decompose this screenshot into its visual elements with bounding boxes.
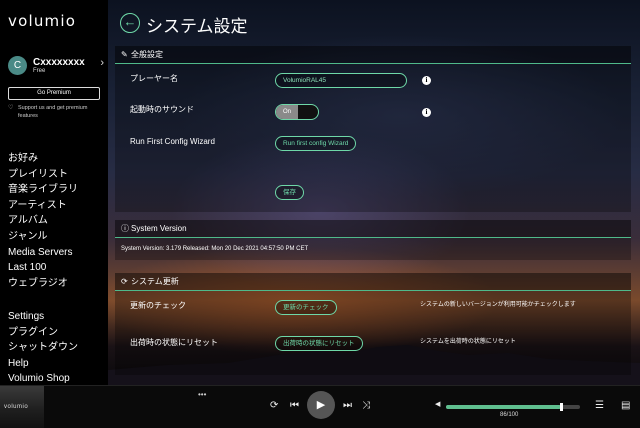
run-wizard-button[interactable]: Run first config Wizard	[275, 136, 357, 151]
general-settings-title: 全般設定	[131, 50, 163, 59]
chevron-right-icon: ›	[100, 57, 104, 69]
sidebar-item-genres[interactable]: ジャンル	[8, 229, 78, 245]
sidebar-item-music-library[interactable]: 音楽ライブラリ	[8, 182, 78, 198]
sidebar-item-playlists[interactable]: プレイリスト	[8, 167, 78, 183]
volumio-logo[interactable]: volumio	[8, 12, 76, 30]
sidebar-item-last-100[interactable]: Last 100	[8, 260, 78, 276]
main-content: ← システム設定 ✎ 全般設定 プレーヤー名 VolumioRAL45 i 起動時…	[108, 0, 640, 385]
album-art-logo: volumio	[4, 404, 29, 410]
sidebar-item-favourites[interactable]: お好み	[8, 151, 78, 167]
sidebar-item-plugins[interactable]: プラグイン	[8, 325, 78, 341]
sidebar-item-web-radio[interactable]: ウェブラジオ	[8, 276, 78, 292]
shuffle-icon[interactable]: ⤨	[362, 400, 370, 411]
page-title: システム設定	[146, 17, 248, 36]
sidebar-item-media-servers[interactable]: Media Servers	[8, 245, 78, 261]
save-button[interactable]: 保存	[275, 185, 304, 200]
sidebar-item-settings[interactable]: Settings	[8, 309, 78, 325]
volume-handle[interactable]	[560, 403, 564, 411]
album-art[interactable]: volumio	[0, 386, 44, 428]
system-version-title: System Version	[131, 224, 187, 233]
user-profile[interactable]: C Cxxxxxxxx Free ›	[8, 56, 104, 78]
avatar: C	[8, 56, 27, 75]
sidebar-nav-primary: お好み プレイリスト 音楽ライブラリ アーティスト アルバム ジャンル Medi…	[8, 151, 78, 291]
go-premium-button[interactable]: Go Premium	[8, 87, 100, 100]
support-note[interactable]: ♡ Support us and get premium features	[8, 104, 104, 120]
info-circle-icon: ⓘ	[121, 224, 129, 233]
system-update-title: システム更新	[131, 277, 179, 286]
check-update-label: 更新のチェック	[130, 301, 186, 310]
repeat-icon[interactable]: ⟳	[270, 400, 278, 411]
sidebar-item-shutdown[interactable]: シャットダウン	[8, 340, 78, 356]
toggle-on-label: On	[276, 105, 298, 119]
player-name-label: プレーヤー名	[130, 74, 178, 83]
support-text: Support us and get premium features	[18, 105, 88, 119]
sidebar-item-artists[interactable]: アーティスト	[8, 198, 78, 214]
sidebar: volumio C Cxxxxxxxx Free › Go Premium ♡ …	[0, 0, 108, 385]
check-update-description: システムの新しいバージョンが利用可能かチェックします	[420, 302, 576, 308]
check-update-button[interactable]: 更新のチェック	[275, 300, 337, 315]
player-bar: volumio ••• ⟳ ⏮ ▶ ⏭ ⤨ ◀ 86/100 ☰ ▤	[0, 385, 640, 428]
heart-icon: ♡	[8, 105, 14, 111]
back-arrow-icon[interactable]: ←	[120, 13, 140, 33]
system-update-section: 更新のチェック 更新のチェック システムの新しいバージョンが利用可能かチェックし…	[115, 291, 631, 375]
volume-slider[interactable]	[446, 403, 580, 411]
previous-icon[interactable]: ⏮	[290, 400, 299, 411]
general-settings-section: プレーヤー名 VolumioRAL45 i 起動時のサウンド On i Run …	[115, 64, 631, 212]
user-plan: Free	[33, 68, 46, 74]
user-name: Cxxxxxxxx	[33, 57, 85, 68]
general-settings-header: ✎ 全般設定	[115, 46, 631, 64]
sidebar-item-albums[interactable]: アルバム	[8, 213, 78, 229]
system-version-section: System Version: 3.179 Released: Mon 20 D…	[115, 238, 631, 260]
system-update-header: ⟳ システム更新	[115, 273, 631, 291]
next-icon[interactable]: ⏭	[343, 400, 352, 411]
factory-reset-button[interactable]: 出荷時の状態にリセット	[275, 336, 363, 351]
volume-down-icon[interactable]: ◀	[435, 400, 440, 408]
volume-fill	[446, 405, 562, 409]
factory-reset-description: システムを出荷時の状態にリセット	[420, 339, 516, 345]
info-icon[interactable]: i	[422, 76, 431, 85]
startup-sound-label: 起動時のサウンド	[130, 105, 194, 114]
startup-sound-toggle[interactable]: On	[275, 104, 319, 120]
wrench-icon: ✎	[121, 50, 128, 59]
factory-reset-label: 出荷時の状態にリセット	[130, 338, 218, 347]
system-version-header: ⓘ System Version	[115, 220, 631, 238]
play-button[interactable]: ▶	[307, 391, 335, 419]
wizard-label: Run First Config Wizard	[130, 137, 215, 146]
system-version-text: System Version: 3.179 Released: Mon 20 D…	[121, 246, 309, 252]
refresh-icon: ⟳	[121, 277, 128, 286]
volume-value: 86/100	[500, 412, 519, 418]
playlist-icon[interactable]: ▤	[621, 400, 630, 411]
track-menu-icon[interactable]: •••	[198, 390, 206, 399]
queue-icon[interactable]: ☰	[595, 400, 604, 411]
sidebar-item-help[interactable]: Help	[8, 356, 78, 372]
info-icon[interactable]: i	[422, 108, 431, 117]
player-name-input[interactable]: VolumioRAL45	[275, 73, 407, 88]
sidebar-nav-secondary: Settings プラグイン シャットダウン Help Volumio Shop	[8, 309, 78, 387]
